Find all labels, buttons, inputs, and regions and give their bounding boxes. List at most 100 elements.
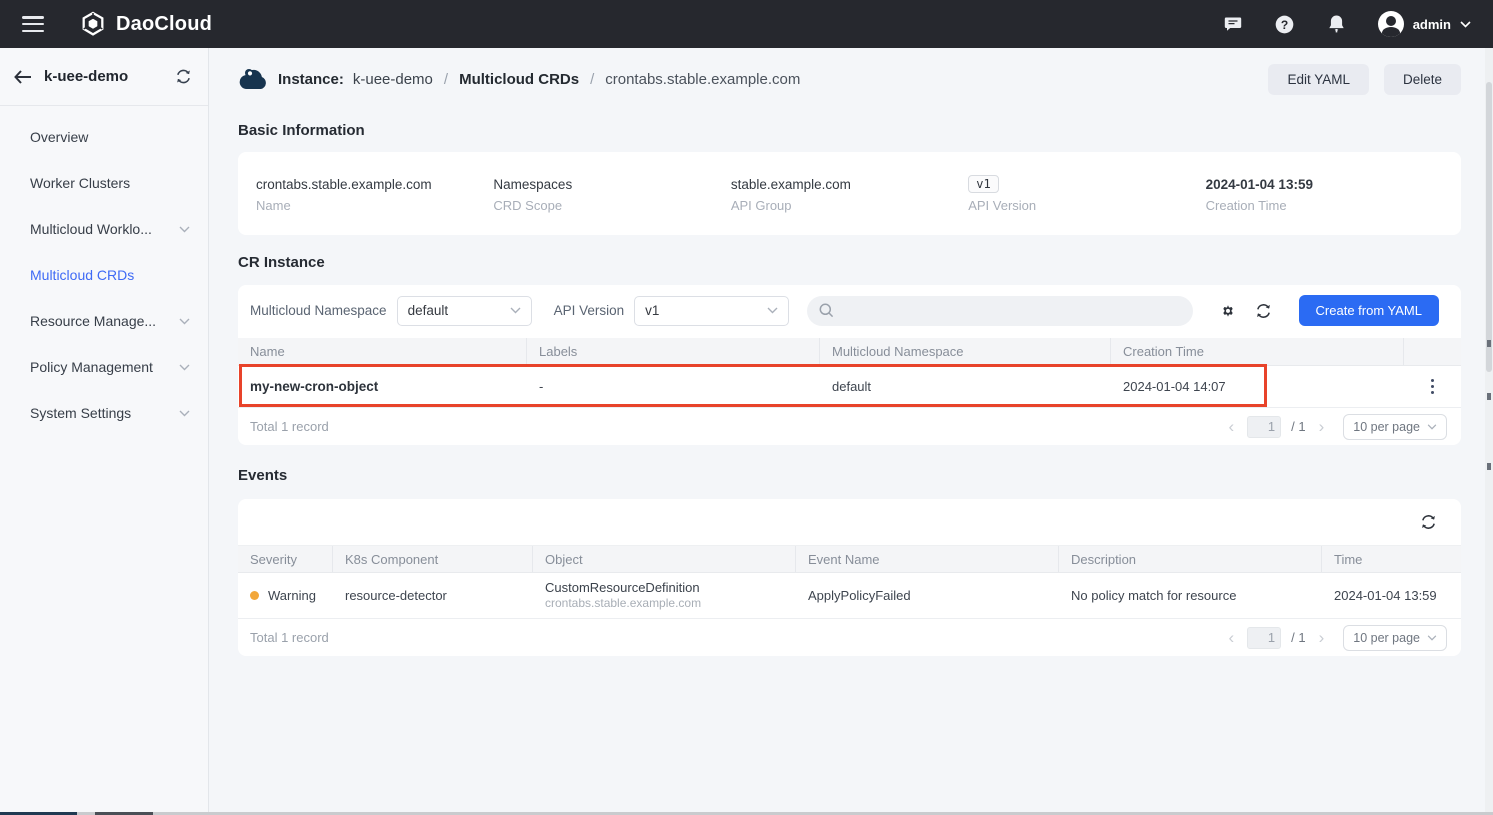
chevron-down-icon [179, 226, 190, 233]
cell-name[interactable]: my-new-cron-object [238, 366, 527, 407]
sidebar-item-label: System Settings [30, 405, 179, 421]
sidebar-item-overview[interactable]: Overview [0, 114, 208, 160]
field-label: Creation Time [1206, 198, 1443, 213]
cr-pagination: Total 1 record ‹ / 1 › 10 per page [238, 408, 1461, 445]
svg-text:?: ? [1281, 17, 1288, 31]
field-value: 2024-01-04 13:59 [1206, 174, 1443, 194]
namespace-select[interactable]: default [397, 296, 532, 326]
field-label: API Group [731, 198, 968, 213]
api-version-tag: v1 [968, 175, 998, 193]
search-box[interactable] [807, 296, 1192, 326]
bell-icon[interactable] [1326, 13, 1348, 35]
user-menu[interactable]: admin [1378, 11, 1471, 37]
breadcrumb-current: crontabs.stable.example.com [605, 71, 800, 88]
chevron-down-icon [179, 410, 190, 417]
sidebar-item-system-settings[interactable]: System Settings [0, 390, 208, 436]
basic-info-card: crontabs.stable.example.com Name Namespa… [238, 152, 1461, 235]
api-version-select-value: v1 [645, 303, 767, 318]
sidebar-item-worker-clusters[interactable]: Worker Clusters [0, 160, 208, 206]
scrollbar-thumb[interactable] [1486, 82, 1492, 372]
help-icon[interactable]: ? [1274, 13, 1296, 35]
column-header-object: Object [533, 546, 796, 572]
object-name: crontabs.stable.example.com [545, 596, 701, 611]
cr-instance-card: Multicloud Namespace default API Version… [238, 285, 1461, 445]
field-label: CRD Scope [493, 198, 730, 213]
cell-time: 2024-01-04 13:59 [1322, 573, 1461, 618]
column-header-component: K8s Component [333, 546, 533, 572]
cell-component: resource-detector [333, 573, 533, 618]
per-page-value: 10 per page [1353, 420, 1420, 434]
chevron-right-icon[interactable]: › [1316, 418, 1328, 435]
events-refresh-icon[interactable] [1415, 509, 1441, 535]
column-header-time: Time [1322, 546, 1461, 572]
basic-info-title: Basic Information [238, 122, 1461, 139]
sidebar: k-uee-demo Overview Worker Clusters Mult… [0, 48, 209, 812]
cell-severity: Warning [268, 588, 316, 603]
sidebar-item-policy-management[interactable]: Policy Management [0, 344, 208, 390]
edit-yaml-button[interactable]: Edit YAML [1268, 64, 1369, 95]
events-pagination: Total 1 record ‹ / 1 › 10 per page [238, 619, 1461, 656]
events-table-header: Severity K8s Component Object Event Name… [238, 545, 1461, 573]
refresh-icon[interactable] [1251, 298, 1277, 324]
pagination-total: Total 1 record [250, 419, 329, 434]
chevron-down-icon [179, 318, 190, 325]
create-from-yaml-button[interactable]: Create from YAML [1299, 295, 1439, 326]
brand[interactable]: DaoCloud [80, 11, 212, 37]
chevron-left-icon[interactable]: ‹ [1225, 629, 1237, 646]
main-content: Instance: k-uee-demo / Multicloud CRDs /… [210, 48, 1485, 812]
breadcrumb-separator: / [444, 71, 448, 88]
chevron-left-icon[interactable]: ‹ [1225, 418, 1237, 435]
kebab-menu-icon[interactable] [1427, 375, 1439, 399]
sidebar-item-multicloud-workloads[interactable]: Multicloud Worklo... [0, 206, 208, 252]
field-value: crontabs.stable.example.com [256, 174, 493, 194]
sidebar-item-multicloud-crds[interactable]: Multicloud CRDs [0, 252, 208, 298]
field-value: Namespaces [493, 174, 730, 194]
sidebar-item-resource-management[interactable]: Resource Manage... [0, 298, 208, 344]
settings-gear-icon[interactable] [1215, 298, 1241, 324]
top-bar: DaoCloud ? admin [0, 0, 1493, 48]
field-crd-scope: Namespaces CRD Scope [493, 174, 730, 213]
avatar [1378, 11, 1404, 37]
chevron-down-icon [179, 364, 190, 371]
select-chevron-icon [767, 307, 778, 314]
page-number-input[interactable] [1247, 627, 1281, 649]
cell-labels: - [527, 366, 820, 407]
field-label: API Version [968, 198, 1205, 213]
field-label: Name [256, 198, 493, 213]
events-title: Events [238, 467, 1461, 484]
breadcrumb-cluster[interactable]: k-uee-demo [353, 71, 433, 88]
cr-table-header: Name Labels Multicloud Namespace Creatio… [238, 338, 1461, 366]
breadcrumb-section[interactable]: Multicloud CRDs [459, 71, 579, 88]
pagination-total: Total 1 record [250, 630, 329, 645]
message-icon[interactable] [1222, 13, 1244, 35]
events-table-row: Warning resource-detector CustomResource… [238, 573, 1461, 619]
sidebar-item-label: Resource Manage... [30, 313, 179, 329]
page-scrollbar[interactable] [1485, 48, 1493, 812]
column-header-creation-time: Creation Time [1111, 338, 1404, 365]
per-page-value: 10 per page [1353, 631, 1420, 645]
search-input[interactable] [841, 303, 1180, 318]
namespace-filter-label: Multicloud Namespace [250, 303, 387, 318]
field-value: stable.example.com [731, 174, 968, 194]
per-page-select[interactable]: 10 per page [1343, 625, 1447, 651]
column-header-actions [1404, 338, 1461, 365]
api-version-select[interactable]: v1 [634, 296, 789, 326]
select-chevron-icon [1427, 424, 1437, 430]
pagination-of: / 1 [1291, 630, 1305, 645]
sidebar-refresh-icon[interactable] [175, 69, 192, 84]
column-header-name: Name [238, 338, 527, 365]
breadcrumb: Instance: k-uee-demo / Multicloud CRDs /… [238, 68, 800, 90]
cr-instance-title: CR Instance [238, 254, 1461, 271]
page-number-input[interactable] [1247, 416, 1281, 438]
sidebar-item-label: Multicloud Worklo... [30, 221, 179, 237]
cluster-name: k-uee-demo [44, 68, 165, 85]
per-page-select[interactable]: 10 per page [1343, 414, 1447, 440]
user-menu-chevron-icon [1460, 21, 1471, 28]
back-arrow-icon[interactable] [14, 70, 32, 84]
delete-button[interactable]: Delete [1384, 64, 1461, 95]
hamburger-menu-icon[interactable] [22, 16, 44, 32]
chevron-right-icon[interactable]: › [1316, 629, 1328, 646]
cell-namespace: default [820, 366, 1111, 407]
cr-table-row[interactable]: my-new-cron-object - default 2024-01-04 … [238, 366, 1461, 408]
select-chevron-icon [1427, 635, 1437, 641]
